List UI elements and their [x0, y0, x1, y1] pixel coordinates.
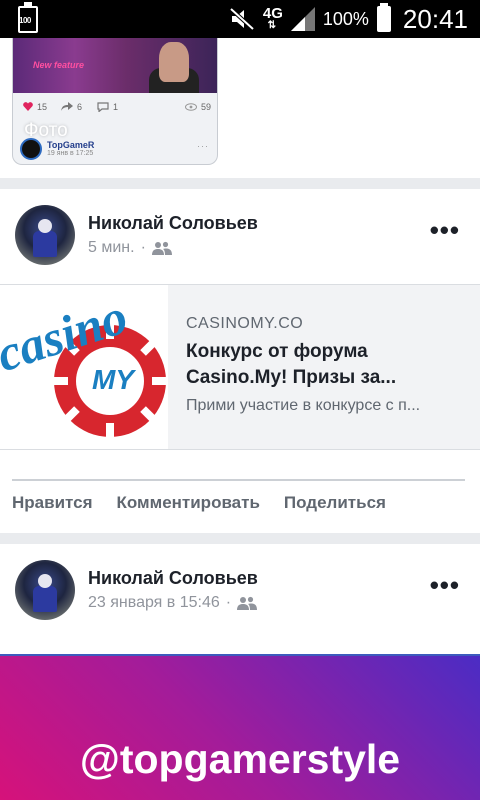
author-avatar[interactable]	[15, 205, 75, 265]
post-time[interactable]: 5 мин.	[88, 239, 135, 257]
battery-icon	[376, 3, 391, 32]
meta-separator: ·	[140, 239, 146, 256]
comment-button[interactable]: Комментировать	[117, 493, 260, 513]
gradient-banner: @topgamerstyle	[0, 654, 480, 800]
friends-audience-icon	[237, 596, 258, 610]
post-actions: Нравится Комментировать Поделиться	[12, 493, 386, 513]
like-button[interactable]: Нравится	[12, 493, 93, 513]
friends-audience-icon	[151, 241, 172, 255]
meta-separator: ·	[225, 594, 232, 611]
photo-label: Фото	[24, 120, 68, 141]
clock: 20:41	[402, 3, 468, 34]
post-meta: 5 мин. ·	[88, 239, 172, 257]
shared-photo-card[interactable]: New feature 15 6 1 59 TopGameR 19 янв в …	[12, 38, 218, 165]
link-domain: CASINOMY.CO	[186, 315, 304, 332]
network-indicator: 4G ⇅	[263, 6, 283, 31]
link-text[interactable]: CASINOMY.CO Конкурс от форума Casino.My!…	[186, 315, 466, 415]
status-bar: 100 4G ⇅ 100% 20:41	[0, 0, 480, 38]
link-preview[interactable]: MY casino CASINOMY.CO Конкурс от форума …	[0, 284, 480, 450]
post-menu-icon[interactable]: •••	[430, 217, 460, 243]
battery-notification-icon: 100	[18, 2, 38, 33]
logo-chip-text: MY	[92, 364, 136, 395]
photo-stats: 15 6 1 59	[13, 96, 217, 118]
link-description: Прими участие в конкурсе с п...	[186, 397, 421, 414]
feed-post: Николай Соловьев 5 мин. · ••• MY casino …	[0, 189, 480, 533]
author-avatar[interactable]	[15, 560, 75, 620]
banner-handle: @topgamerstyle	[79, 736, 401, 782]
post-meta: 23 января в 15:46 ·	[88, 594, 258, 612]
status-icons: 4G ⇅ 100% 20:41	[229, 0, 468, 38]
mute-icon	[229, 7, 255, 31]
screen: 100 4G ⇅ 100% 20:41 New feature 15 6 1 5…	[0, 0, 480, 800]
post-author[interactable]: Николай Соловьев	[88, 213, 258, 234]
more-options-icon[interactable]: ···	[197, 141, 209, 151]
feed-post: Николай Соловьев 23 января в 15:46 · •••	[0, 544, 480, 654]
post-time[interactable]: 23 января в 15:46	[88, 594, 220, 612]
heart-icon	[23, 102, 33, 111]
likes-count: 15	[37, 102, 48, 112]
link-title: Конкурс от форума Casino.My! Призы за...	[186, 341, 397, 388]
casino-logo-icon: MY casino	[0, 285, 168, 449]
post-menu-icon[interactable]: •••	[430, 572, 460, 598]
comments-count: 1	[113, 102, 119, 112]
data-arrows-icon: ⇅	[267, 20, 279, 31]
previous-post-area: New feature 15 6 1 59 TopGameR 19 янв в …	[0, 38, 480, 178]
signal-icon	[290, 7, 315, 31]
comment-icon	[97, 102, 109, 112]
share-button[interactable]: Поделиться	[284, 493, 386, 513]
share-icon	[61, 102, 73, 111]
image-overlay-text: New feature	[33, 60, 85, 70]
battery-notification-label: 100	[19, 16, 31, 25]
action-divider	[12, 479, 465, 481]
link-thumbnail[interactable]: MY casino	[0, 285, 168, 449]
post-author[interactable]: Николай Соловьев	[88, 568, 258, 589]
shares-count: 6	[77, 102, 83, 112]
eye-icon	[185, 103, 197, 111]
battery-percent: 100%	[322, 8, 369, 29]
page-post-date: 19 янв в 17:25	[47, 150, 94, 157]
person-face	[159, 42, 189, 82]
shared-photo-image[interactable]: New feature	[13, 38, 217, 93]
views-count: 59	[201, 102, 212, 112]
